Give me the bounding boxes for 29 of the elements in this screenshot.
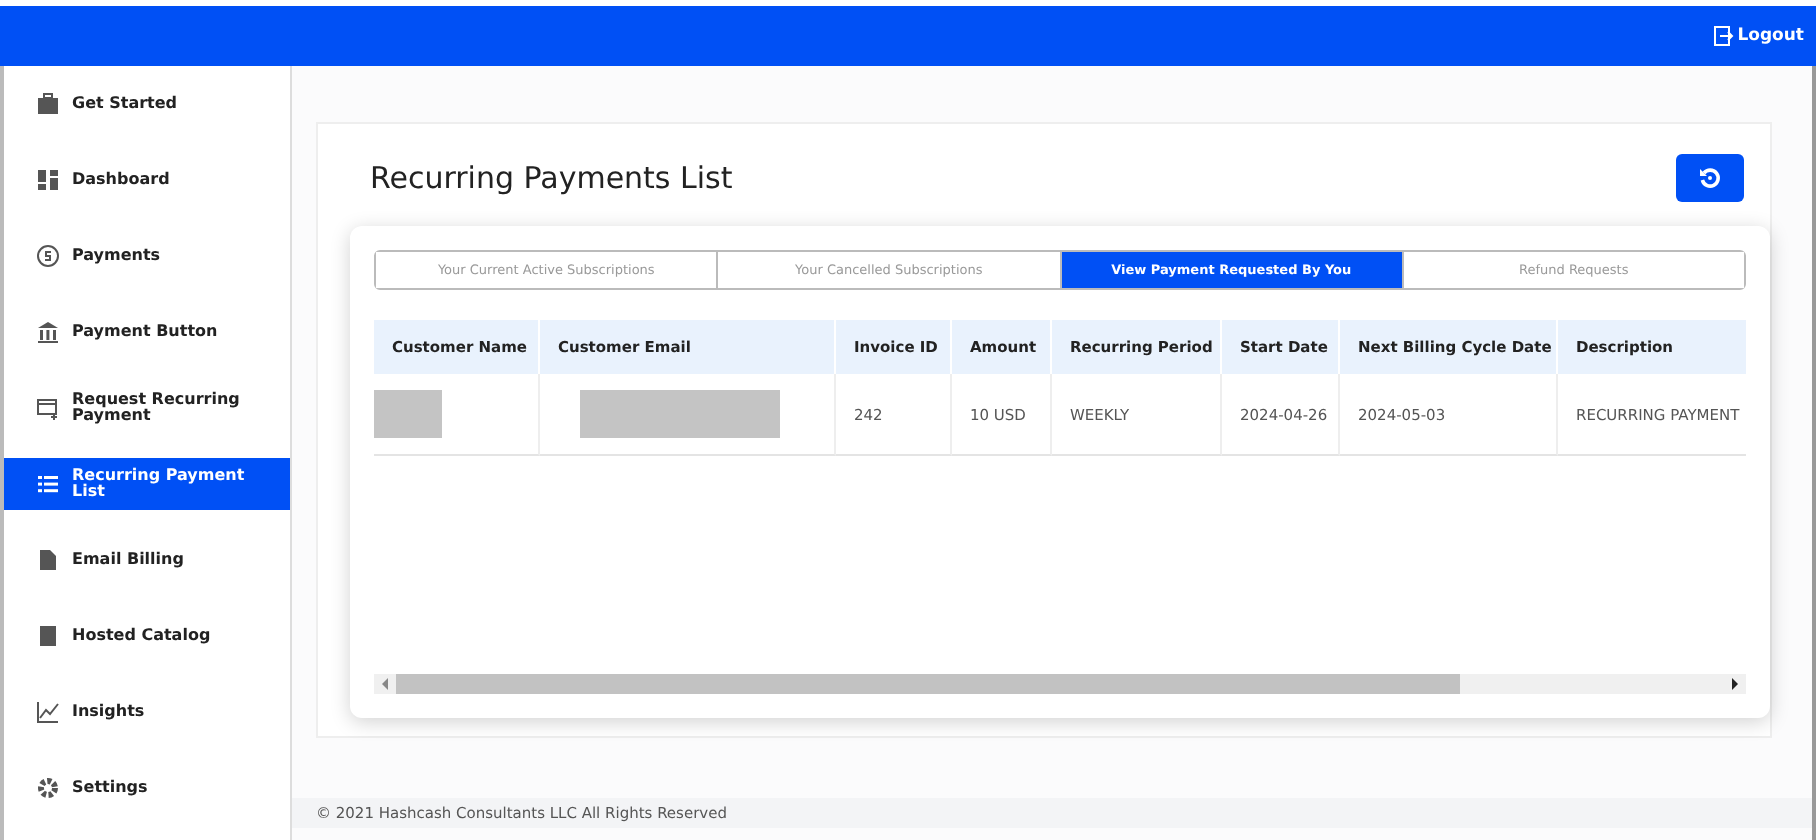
card-icon	[36, 396, 60, 420]
sidebar-item[interactable]: Dashboard	[4, 154, 290, 206]
horizontal-scrollbar[interactable]	[374, 674, 1746, 694]
sidebar-item[interactable]: Settings	[4, 762, 290, 814]
document-icon	[36, 548, 60, 572]
dollar-icon	[36, 244, 60, 268]
sidebar-item[interactable]: Request Recurring Payment	[4, 382, 290, 434]
logout-button[interactable]: Logout	[1713, 26, 1804, 46]
sidebar-item[interactable]: Payments	[4, 230, 290, 282]
dashboard-icon	[36, 168, 60, 192]
sidebar-item[interactable]: Get Started	[4, 78, 290, 130]
sidebar-item[interactable]: Payment Button	[4, 306, 290, 358]
list-icon	[36, 472, 60, 496]
redacted-block	[374, 390, 442, 438]
briefcase-icon	[36, 92, 60, 116]
sidebar-item[interactable]: Recurring Payment List	[4, 458, 290, 510]
page-title: Recurring Payments List	[370, 160, 733, 196]
refresh-icon	[1698, 166, 1722, 190]
scroll-right-icon[interactable]	[1728, 676, 1740, 692]
sidebar-item[interactable]: Insights	[4, 686, 290, 738]
refresh-button[interactable]	[1676, 154, 1744, 202]
logout-icon	[1713, 26, 1734, 46]
chart-icon	[36, 700, 60, 724]
sidebar-item[interactable]: Hosted Catalog	[4, 610, 290, 662]
sidebar-item[interactable]: Email Billing	[4, 534, 290, 586]
scroll-left-icon[interactable]	[380, 676, 392, 692]
book-icon	[36, 624, 60, 648]
bank-icon	[36, 320, 60, 344]
gear-icon	[36, 776, 60, 800]
